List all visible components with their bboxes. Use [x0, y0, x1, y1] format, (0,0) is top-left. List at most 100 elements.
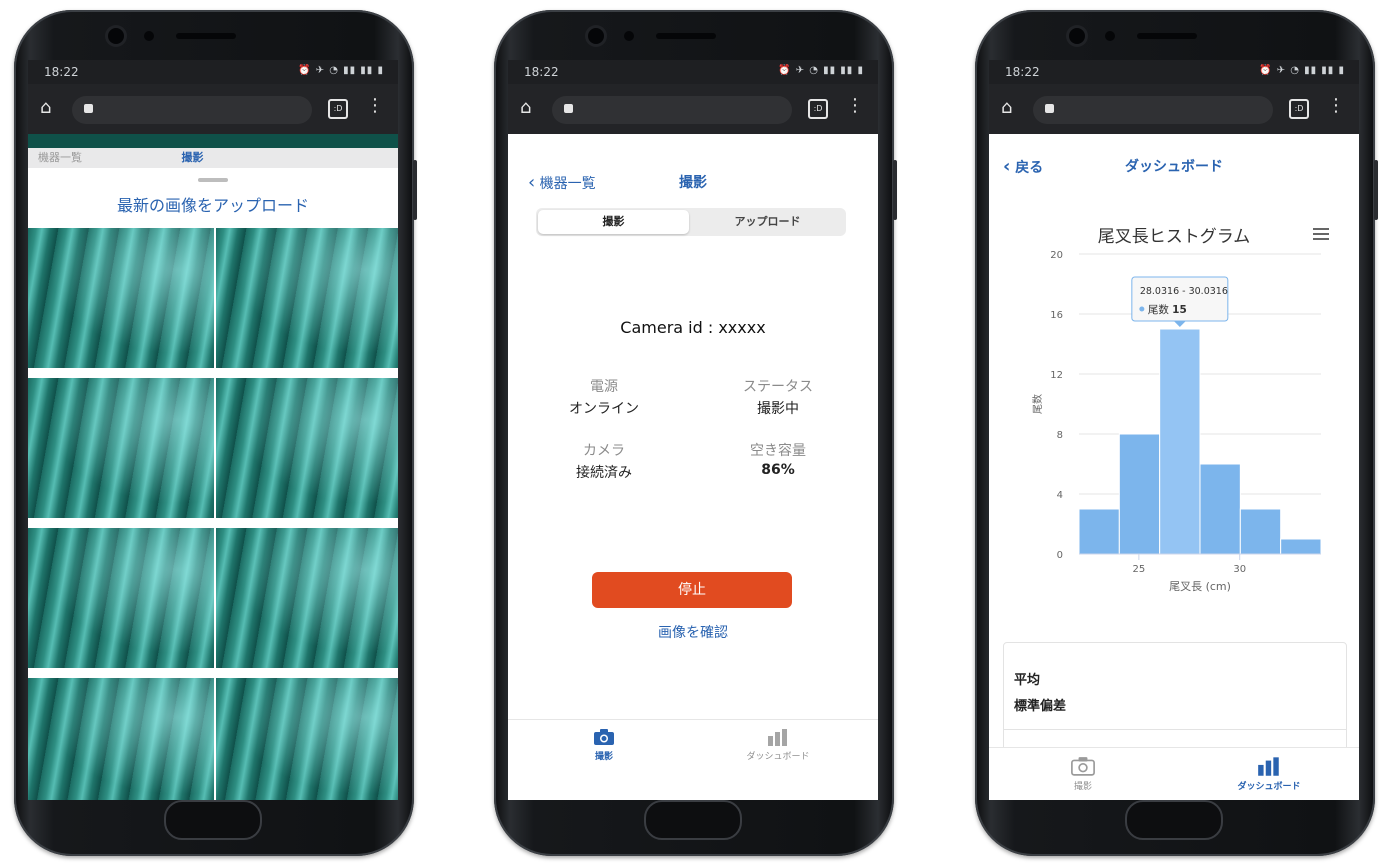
tabs-icon[interactable]: :D — [328, 99, 348, 119]
tab-label: ダッシュボード — [1237, 782, 1301, 792]
tooltip-range: 28.0316 - 30.0316 — [1140, 286, 1228, 297]
tooltip-value: 15 — [1172, 304, 1187, 316]
page-header: ‹ 機器一覧 撮影 — [508, 172, 878, 202]
fish-image[interactable] — [216, 228, 398, 368]
url-bar[interactable] — [72, 96, 312, 124]
y-tick-label: 16 — [1050, 310, 1063, 321]
screen: 18:22 ⏰ ✈ ◔ ▮▮ ▮▮ ▮ ⌂ :D ⋮ 機器一覧 撮影 最新の画像… — [28, 60, 398, 800]
status-icons: ⏰ ✈ ◔ ▮▮ ▮▮ ▮ — [1259, 65, 1345, 76]
y-tick-label: 8 — [1057, 430, 1063, 441]
camera-icon — [594, 729, 614, 745]
home-icon[interactable]: ⌂ — [1001, 98, 1021, 118]
sheet-title: 最新の画像をアップロード — [116, 196, 309, 215]
x-axis-label: 尾叉長 (cm) — [1169, 580, 1231, 593]
stat-label: 空き容量 — [750, 443, 806, 459]
stat-mean-label: 平均 — [1014, 673, 1041, 688]
clock: 18:22 — [524, 65, 559, 79]
power-button — [413, 160, 417, 220]
front-camera-icon — [1069, 28, 1085, 44]
phone-1: 18:22 ⏰ ✈ ◔ ▮▮ ▮▮ ▮ ⌂ :D ⋮ 機器一覧 撮影 最新の画像… — [14, 10, 417, 856]
tabs-icon[interactable]: :D — [808, 99, 828, 119]
stat-camera: カメラ 接続済み — [534, 440, 674, 482]
earpiece — [1137, 33, 1197, 39]
tab-label: 撮影 — [594, 752, 613, 762]
fish-image[interactable] — [28, 678, 214, 800]
y-tick-label: 0 — [1057, 550, 1063, 561]
segment-upload[interactable]: アップロード — [691, 210, 844, 234]
more-icon[interactable]: ⋮ — [366, 96, 384, 116]
segmented-control: 撮影 アップロード — [536, 208, 846, 236]
status-bar: 18:22 ⏰ ✈ ◔ ▮▮ ▮▮ ▮ — [989, 60, 1359, 84]
histogram-chart: 0 4 8 12 16 20 25 30尾叉長 (cm) 尾数 28.0316 - 30.0316… — [1031, 250, 1322, 593]
home-button[interactable] — [644, 800, 742, 840]
page-title: 撮影 — [679, 175, 707, 191]
stat-value: 86% — [761, 462, 795, 478]
screen: 18:22 ⏰ ✈ ◔ ▮▮ ▮▮ ▮ ⌂ :D ⋮ ‹ 戻る ダッシュボード … — [989, 60, 1359, 800]
sheet-grabber[interactable] — [198, 178, 228, 182]
histogram-bar — [1199, 463, 1241, 555]
fish-image[interactable] — [28, 528, 214, 668]
home-button[interactable] — [1125, 800, 1223, 840]
tab-capture[interactable]: 撮影 — [1023, 756, 1143, 792]
fish-image[interactable] — [216, 678, 398, 800]
y-axis-label: 尾数 — [1031, 394, 1044, 414]
sensor-icon — [624, 31, 634, 41]
stop-button[interactable]: 停止 — [592, 572, 792, 608]
fish-image[interactable] — [216, 528, 398, 668]
histogram-bar — [1078, 508, 1120, 555]
histogram-bar — [1118, 433, 1161, 555]
clock: 18:22 — [1005, 65, 1040, 79]
status-bar: 18:22 ⏰ ✈ ◔ ▮▮ ▮▮ ▮ — [508, 60, 878, 84]
earpiece — [656, 33, 716, 39]
background-header: 機器一覧 撮影 — [28, 148, 398, 168]
view-images-link[interactable]: 画像を確認 — [508, 622, 878, 642]
power-button — [1374, 160, 1378, 220]
sensor-icon — [144, 31, 154, 41]
page-title: ダッシュボード — [1125, 159, 1223, 175]
stat-value: 撮影中 — [757, 401, 799, 417]
front-camera-icon — [108, 28, 124, 44]
phone-3: 18:22 ⏰ ✈ ◔ ▮▮ ▮▮ ▮ ⌂ :D ⋮ ‹ 戻る ダッシュボード … — [975, 10, 1378, 856]
browser-toolbar: ⌂ :D ⋮ — [28, 84, 398, 134]
browser-toolbar: ⌂ :D ⋮ — [989, 84, 1359, 134]
front-camera-icon — [588, 28, 604, 44]
tooltip-series-dot — [1139, 306, 1145, 312]
home-icon[interactable]: ⌂ — [520, 98, 540, 118]
tab-label: ダッシュボード — [746, 752, 810, 762]
camera-icon — [1071, 757, 1095, 776]
lock-icon — [1045, 104, 1054, 113]
stat-power: 電源 オンライン — [534, 376, 674, 418]
tab-label: 撮影 — [1073, 782, 1092, 792]
background-title: 撮影 — [181, 151, 204, 164]
upload-sheet: 最新の画像をアップロード — [28, 168, 398, 800]
background-back-label: 機器一覧 — [38, 151, 82, 164]
bottom-tab-bar: 撮影 ダッシュボード — [508, 719, 878, 780]
more-icon[interactable]: ⋮ — [1327, 96, 1345, 116]
page-header: ‹ 戻る ダッシュボード — [989, 156, 1359, 186]
histogram-bar — [1239, 508, 1282, 555]
fish-image[interactable] — [216, 378, 398, 518]
url-bar[interactable] — [1033, 96, 1273, 124]
sensor-icon — [1105, 31, 1115, 41]
fish-image[interactable] — [28, 228, 214, 368]
fish-image[interactable] — [28, 378, 214, 518]
stats-card: 平均 標準偏差 — [1003, 642, 1347, 754]
histogram-bar — [1159, 328, 1201, 555]
tab-dashboard[interactable]: ダッシュボード — [1209, 756, 1329, 792]
histogram-bar — [1280, 538, 1322, 555]
home-icon[interactable]: ⌂ — [40, 98, 60, 118]
stat-status: ステータス 撮影中 — [708, 376, 848, 418]
segment-capture[interactable]: 撮影 — [538, 210, 689, 234]
status-icons: ⏰ ✈ ◔ ▮▮ ▮▮ ▮ — [778, 65, 864, 76]
camera-id: Camera id : xxxxx — [620, 318, 766, 337]
home-button[interactable] — [164, 800, 262, 840]
more-icon[interactable]: ⋮ — [846, 96, 864, 116]
stat-value: オンライン — [569, 401, 639, 417]
tab-dashboard[interactable]: ダッシュボード — [718, 728, 838, 762]
url-bar[interactable] — [552, 96, 792, 124]
lock-icon — [84, 104, 93, 113]
stat-stddev-label: 標準偏差 — [1014, 699, 1067, 714]
tabs-icon[interactable]: :D — [1289, 99, 1309, 119]
status-icons: ⏰ ✈ ◔ ▮▮ ▮▮ ▮ — [298, 65, 384, 76]
tab-capture[interactable]: 撮影 — [544, 728, 664, 762]
